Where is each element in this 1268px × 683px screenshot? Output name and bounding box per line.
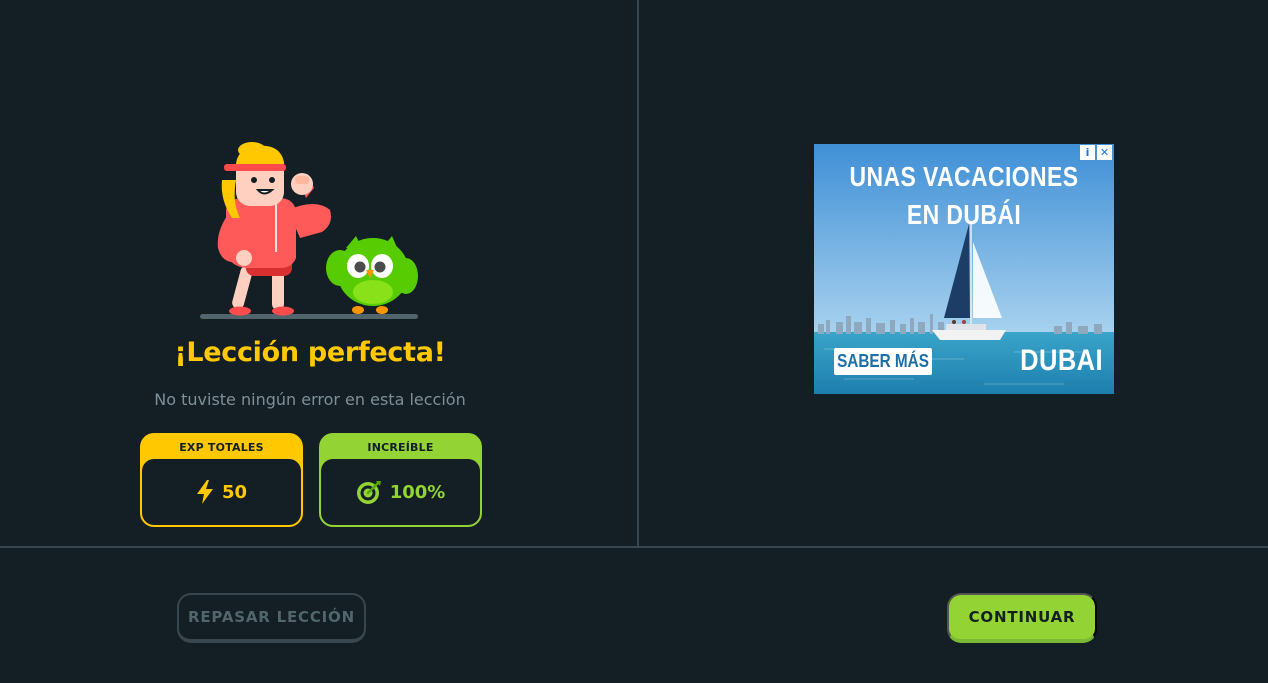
accuracy-stat-card: INCREÍBLE 100% bbox=[319, 433, 482, 527]
ad-headline-line2: EN DUBÁI bbox=[906, 199, 1022, 230]
page-title: ¡Lección perfecta! bbox=[174, 337, 446, 368]
xp-stat-label: EXP TOTALES bbox=[179, 440, 264, 454]
advertisement[interactable]: i ✕ UNAS VACACIONES EN DUBÁI SABER MÁS D… bbox=[814, 144, 1114, 394]
celebration-illustration bbox=[200, 142, 418, 319]
continue-button[interactable]: CONTINUAR bbox=[947, 593, 1097, 643]
athlete-character bbox=[217, 142, 331, 316]
owl-character bbox=[326, 236, 418, 314]
target-icon bbox=[356, 481, 381, 504]
vertical-divider bbox=[637, 0, 639, 547]
accuracy-stat-body: 100% bbox=[321, 459, 480, 525]
xp-stat-body: 50 bbox=[142, 459, 301, 525]
xp-stat-value: 50 bbox=[221, 481, 248, 503]
footer-divider bbox=[0, 546, 1268, 548]
accuracy-stat-value: 100% bbox=[389, 481, 446, 503]
lightning-bolt-icon bbox=[196, 480, 213, 504]
ad-brand-logo: DUBAI bbox=[1020, 344, 1104, 377]
xp-stat-card: EXP TOTALES 50 bbox=[140, 433, 303, 527]
page-subtitle: No tuviste ningún error en esta lección bbox=[154, 390, 466, 409]
ad-close-icon[interactable]: ✕ bbox=[1097, 145, 1112, 160]
review-lesson-button[interactable]: REPASAR LECCIÓN bbox=[177, 593, 366, 643]
accuracy-stat-label: INCREÍBLE bbox=[367, 440, 434, 454]
ad-headline-line1: UNAS VACACIONES bbox=[849, 161, 1079, 192]
ad-headline: UNAS VACACIONES EN DUBÁI bbox=[841, 158, 1087, 234]
ad-cta-label: SABER MÁS bbox=[837, 351, 929, 371]
ad-cta-button[interactable]: SABER MÁS bbox=[834, 348, 932, 375]
